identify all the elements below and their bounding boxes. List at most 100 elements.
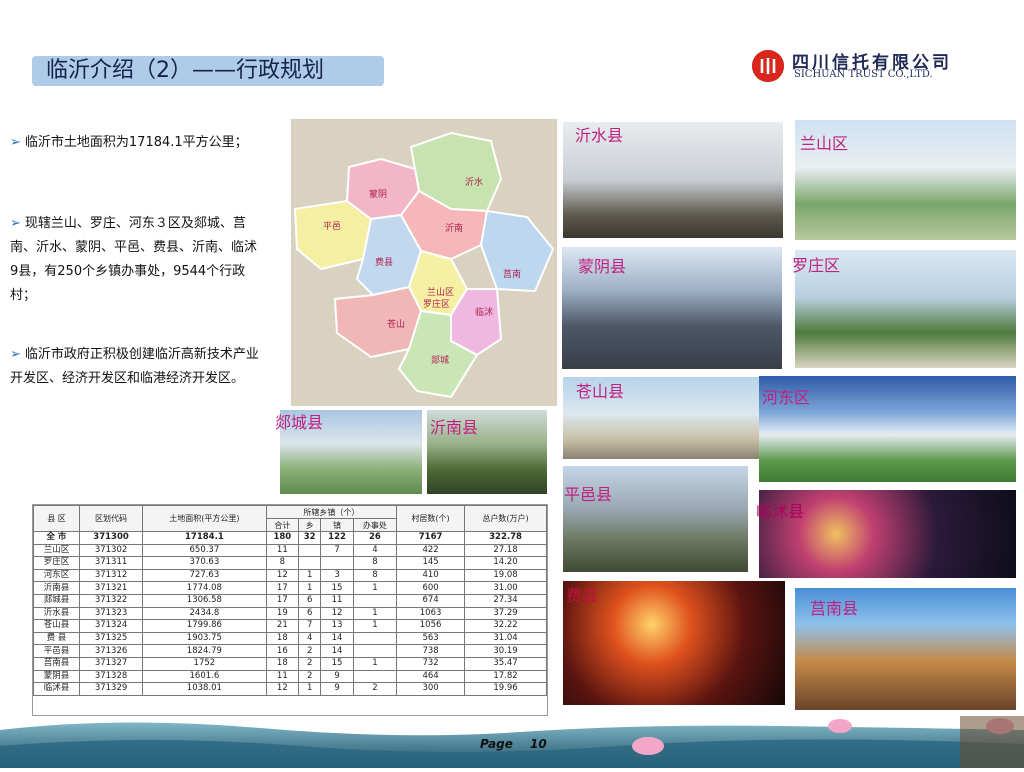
table-cell: 6 xyxy=(298,593,322,608)
table-cell: 4 xyxy=(298,631,322,646)
table-cell: 371325 xyxy=(78,631,144,646)
table-cell: 31.04 xyxy=(464,631,547,646)
table-cell: 370.63 xyxy=(142,556,267,570)
photo-label-tancheng: 郯城县 xyxy=(275,413,324,432)
table-cell: 26 xyxy=(352,531,398,545)
table-cell: 1824.79 xyxy=(142,644,267,658)
table-cell: 全 市 xyxy=(33,531,80,545)
table-cell: 2 xyxy=(352,682,398,696)
col-code: 区划代码 xyxy=(78,505,144,532)
table-cell: 苍山县 xyxy=(33,619,80,633)
bullet-land-area: ➢ 临沂市土地面积为17184.1平方公里； xyxy=(10,135,248,150)
map-label-yinan: 沂南 xyxy=(445,222,463,234)
table-cell: 1903.75 xyxy=(142,631,267,646)
table-row: 郯城县 371322 1306.58 17 6 11 674 27.34 xyxy=(33,593,547,608)
photo-label-lanshan: 兰山区 xyxy=(800,134,849,153)
table-cell: 15 xyxy=(320,581,354,595)
table-cell: 7 xyxy=(298,619,322,633)
table-cell: 17 xyxy=(265,593,300,608)
table-cell: 莒南县 xyxy=(33,656,80,671)
table-cell: 6 xyxy=(298,606,322,621)
table-cell xyxy=(352,631,398,646)
bullet-arrow-icon: ➢ xyxy=(10,216,21,231)
map-label-junan: 莒南 xyxy=(503,268,521,280)
table-cell: 18 xyxy=(265,656,300,671)
table-cell: 河东区 xyxy=(33,568,80,583)
table-cell: 738 xyxy=(396,644,466,658)
table-cell: 371323 xyxy=(78,606,144,621)
table-cell: 31.00 xyxy=(464,581,547,595)
table-cell: 1063 xyxy=(396,606,466,621)
table-cell: 沂南县 xyxy=(33,581,80,595)
table-cell: 4 xyxy=(352,543,398,558)
map-label-luozhuang: 罗庄区 xyxy=(423,298,450,310)
table-cell: 1 xyxy=(352,656,398,671)
table-header-row: 县 区 区划代码 土地面积(平方公里) 所辖乡镇（个） 村居数(个) 总户数(万… xyxy=(33,505,547,532)
bullet-arrow-icon: ➢ xyxy=(10,135,21,150)
table-cell: 27.34 xyxy=(464,593,547,608)
table-row: 河东区 371312 727.63 12 1 3 8 410 19.08 xyxy=(33,568,547,583)
table-cell: 1 xyxy=(298,568,322,583)
table-cell: 300 xyxy=(396,682,466,696)
table-row: 费 县 371325 1903.75 18 4 14 563 31.04 xyxy=(33,631,547,646)
col-towns: 所辖乡镇（个） xyxy=(265,505,398,519)
table-cell: 临沭县 xyxy=(33,682,80,696)
col-office: 办事处 xyxy=(352,518,398,532)
table-cell: 8 xyxy=(265,556,300,570)
table-cell: 32 xyxy=(298,531,322,545)
table-cell: 14 xyxy=(320,644,354,658)
table-cell: 2434.8 xyxy=(142,606,267,621)
table-cell: 35.47 xyxy=(464,656,547,671)
table-cell: 1752 xyxy=(142,656,267,671)
table-cell: 464 xyxy=(396,669,466,684)
table-cell: 180 xyxy=(265,531,300,545)
table-cell: 371329 xyxy=(78,682,144,696)
table-row: 莒南县 371327 1752 18 2 15 1 732 35.47 xyxy=(33,656,547,671)
map-label-cangshan: 苍山 xyxy=(387,318,405,330)
table-body: 全 市 371300 17184.1 180 32 122 26 7167 322.78 兰山区 3… xyxy=(33,531,547,696)
table-cell: 12 xyxy=(265,568,300,583)
map-label-feixian: 费县 xyxy=(375,256,393,268)
photo-label-pingyi: 平邑县 xyxy=(564,485,613,504)
map-label-yishui: 沂水 xyxy=(465,176,483,188)
table-cell: 14.20 xyxy=(464,556,547,570)
photo-label-yishui: 沂水县 xyxy=(575,126,624,145)
table-cell: 727.63 xyxy=(142,568,267,583)
table-cell: 371322 xyxy=(78,593,144,608)
table-cell: 7167 xyxy=(396,531,466,545)
table-cell: 11 xyxy=(320,593,354,608)
bullet-development-zones: ➢ 临沂市政府正积极创建临沂高新技术产业开发区、经济开发区和临港经济开发区。 xyxy=(10,347,259,386)
table-cell: 13 xyxy=(320,619,354,633)
district-statistics-table: 县 区 区划代码 土地面积(平方公里) 所辖乡镇（个） 村居数(个) 总户数(万… xyxy=(32,504,548,716)
photo-label-junan: 莒南县 xyxy=(810,599,859,618)
table-cell: 371321 xyxy=(78,581,144,595)
photo-label-cangshan: 苍山县 xyxy=(576,382,625,401)
table-cell xyxy=(352,644,398,658)
table-cell: 371324 xyxy=(78,619,144,633)
table-row: 兰山区 371302 650.37 11 7 4 422 27.18 xyxy=(33,543,547,558)
table-row: 全 市 371300 17184.1 180 32 122 26 7167 322.78 xyxy=(33,531,547,545)
photo-label-feixian: 费县 xyxy=(566,586,599,605)
col-county: 县 区 xyxy=(33,505,80,532)
col-villages: 村居数(个) xyxy=(396,505,466,532)
table-cell: 12 xyxy=(320,606,354,621)
table-cell: 371300 xyxy=(78,531,144,545)
company-name-en: SICHUAN TRUST CO.,LTD. xyxy=(794,69,933,80)
photo-label-luozhuang: 罗庄区 xyxy=(792,256,841,275)
table-cell: 371328 xyxy=(78,669,144,684)
logo-glyph-icon xyxy=(752,50,784,82)
table-cell: 8 xyxy=(352,556,398,570)
table-cell: 费 县 xyxy=(33,631,80,646)
map-label-mengyin: 蒙阴 xyxy=(369,188,387,200)
table-cell: 371311 xyxy=(78,556,144,570)
table-cell: 罗庄区 xyxy=(33,556,80,570)
table-cell: 兰山区 xyxy=(33,543,80,558)
table-cell: 7 xyxy=(320,543,354,558)
table-row: 临沭县 371329 1038.01 12 1 9 2 300 19.96 xyxy=(33,682,547,696)
table-cell: 563 xyxy=(396,631,466,646)
table-row: 蒙阴县 371328 1601.6 11 2 9 464 17.82 xyxy=(33,669,547,684)
table-cell: 145 xyxy=(396,556,466,570)
table-cell: 30.19 xyxy=(464,644,547,658)
table-cell: 15 xyxy=(320,656,354,671)
table-cell: 郯城县 xyxy=(33,593,80,608)
